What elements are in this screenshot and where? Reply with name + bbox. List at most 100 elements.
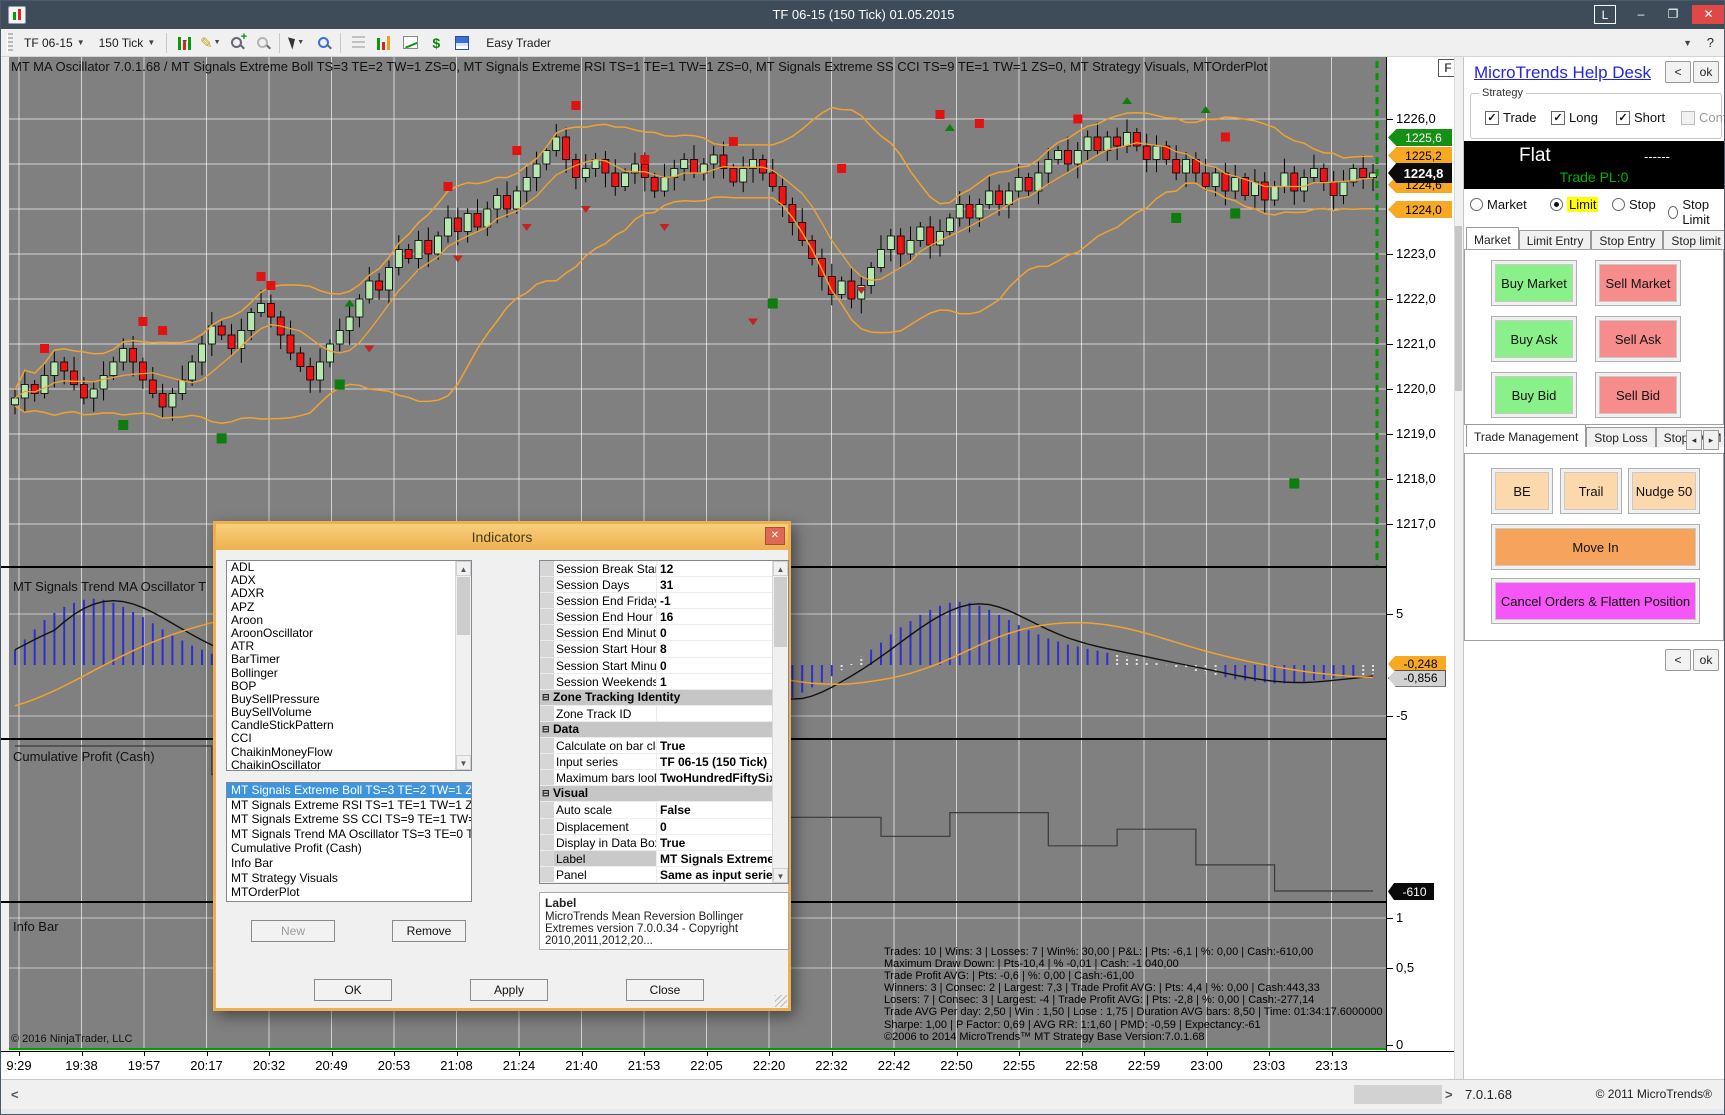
collapse-icon[interactable]: ⊟ xyxy=(542,725,551,734)
available-indicators-list[interactable]: ▲▼ ADLADXADXRAPZAroonAroonOscillatorATRB… xyxy=(226,560,472,771)
checkbox-confirm[interactable]: Confirm xyxy=(1681,110,1725,125)
tab-stop-limit-entry[interactable]: Stop limit Entry xyxy=(1663,230,1725,250)
property-row[interactable]: Input seriesTF 06-15 (150 Tick) xyxy=(540,754,788,770)
scroll-left-arrow[interactable]: < xyxy=(11,1087,19,1102)
button-nudge-50[interactable]: Nudge 50 xyxy=(1628,468,1700,514)
property-value[interactable]: Same as input series xyxy=(657,867,776,882)
property-row[interactable]: LabelMT Signals Extreme xyxy=(540,851,788,867)
time-axis[interactable]: 9:2919:3819:5720:1720:3220:4920:5321:082… xyxy=(1,1051,1454,1079)
property-value[interactable]: 0 xyxy=(657,819,788,834)
chart-style-icon[interactable]: ▼ xyxy=(174,33,194,53)
property-value[interactable]: 8 xyxy=(657,641,788,656)
list-item[interactable]: ChaikinMoneyFlow xyxy=(227,746,471,759)
property-value[interactable]: -1 xyxy=(657,593,788,608)
maximize-button[interactable]: ❐ xyxy=(1660,5,1686,24)
property-row[interactable]: Session Break Start12 xyxy=(540,561,788,577)
list-item[interactable]: MT Strategy Visuals xyxy=(227,871,471,886)
tab-stop-entry[interactable]: Stop Entry xyxy=(1591,230,1663,250)
property-value[interactable]: TF 06-15 (150 Tick) xyxy=(657,754,788,769)
list-item[interactable]: ADL xyxy=(227,561,471,574)
scroll-down-icon[interactable]: ▼ xyxy=(456,755,471,770)
checkbox-trade[interactable]: ✓Trade xyxy=(1485,110,1536,125)
list-item[interactable]: Info Bar xyxy=(227,856,471,871)
configured-indicators-list[interactable]: MT Signals Extreme Boll TS=3 TE=2 TW=1 Z… xyxy=(226,782,472,902)
property-category[interactable]: ⊟Zone Tracking Identity xyxy=(540,690,788,706)
button-trail[interactable]: Trail xyxy=(1560,468,1622,514)
new-button[interactable]: New xyxy=(251,920,335,942)
help-icon[interactable]: ? xyxy=(1707,35,1714,50)
vertical-splitter[interactable] xyxy=(1454,57,1463,1109)
button-buy-bid[interactable]: Buy Bid xyxy=(1491,372,1577,418)
scroll-right-arrow[interactable]: > xyxy=(1445,1087,1453,1102)
instrument-selector[interactable]: TF 06-15▼ xyxy=(17,32,92,54)
toolbar-grip[interactable] xyxy=(7,33,13,53)
collapse-button[interactable]: < xyxy=(1665,61,1691,83)
list-item[interactable]: BOP xyxy=(227,680,471,693)
property-row[interactable]: Zone Track ID xyxy=(540,706,788,722)
property-value[interactable]: TwoHundredFiftySix xyxy=(657,770,788,785)
scroll-up-icon[interactable]: ▲ xyxy=(456,561,471,576)
property-row[interactable]: Displacement0 xyxy=(540,819,788,835)
tab-scroll-left-icon[interactable]: ◂ xyxy=(1686,430,1702,450)
button-be[interactable]: BE xyxy=(1491,468,1553,514)
list-item[interactable]: BarTimer xyxy=(227,653,471,666)
remove-button[interactable]: Remove xyxy=(392,920,466,942)
button-sell-bid[interactable]: Sell Bid xyxy=(1595,372,1681,418)
property-row[interactable]: Calculate on bar closTrue xyxy=(540,738,788,754)
property-row[interactable]: Display in Data BoxTrue xyxy=(540,835,788,851)
property-row[interactable]: Session Weekends1 xyxy=(540,674,788,690)
toolbar-overflow-icon[interactable]: ▼ xyxy=(1683,38,1692,48)
close-button-dialog[interactable]: Close xyxy=(626,979,704,1001)
list-item[interactable]: MTOrderPlot xyxy=(227,885,471,900)
property-grid[interactable]: Session Break Start12Session Days31Sessi… xyxy=(539,560,789,884)
property-value[interactable]: MT Signals Extreme xyxy=(657,851,788,866)
property-value[interactable]: False xyxy=(657,802,788,817)
help-desk-link[interactable]: MicroTrends Help Desk xyxy=(1474,63,1651,83)
property-row[interactable]: Session Start Hour8 xyxy=(540,641,788,657)
button-buy-ask[interactable]: Buy Ask xyxy=(1491,316,1577,362)
list-item[interactable]: Aroon xyxy=(227,614,471,627)
property-value[interactable] xyxy=(657,706,788,721)
scroll-up-icon[interactable]: ▲ xyxy=(773,561,788,576)
button-sell-ask[interactable]: Sell Ask xyxy=(1595,316,1681,362)
list-item[interactable]: CCI xyxy=(227,732,471,745)
radio-stop-limit[interactable]: Stop Limit xyxy=(1668,197,1725,227)
list-scrollbar[interactable]: ▲▼ xyxy=(455,561,471,770)
list-item[interactable]: AroonOscillator xyxy=(227,627,471,640)
button-sell-market[interactable]: Sell Market xyxy=(1595,260,1681,306)
property-value[interactable]: 31 xyxy=(657,577,788,592)
ok-button-top[interactable]: ok xyxy=(1693,61,1719,83)
collapse-icon[interactable]: ⊟ xyxy=(542,789,551,798)
property-grid-scrollbar[interactable]: ▲▼ xyxy=(772,561,788,883)
tab-stop-loss[interactable]: Stop Loss xyxy=(1586,427,1655,447)
collapse-button-lower[interactable]: < xyxy=(1665,649,1691,671)
scroll-down-icon[interactable]: ▼ xyxy=(773,868,788,883)
scrollbar-thumb[interactable] xyxy=(774,577,787,647)
list-item[interactable]: ChaikinOscillator xyxy=(227,759,471,771)
property-value[interactable]: 16 xyxy=(657,609,788,624)
checkbox-long[interactable]: ✓Long xyxy=(1551,110,1598,125)
radio-market[interactable]: Market xyxy=(1470,197,1527,212)
find-icon[interactable] xyxy=(313,33,333,53)
property-value[interactable]: 0 xyxy=(657,625,788,640)
minimize-button[interactable]: – xyxy=(1628,5,1654,24)
list-item[interactable]: MT Signals Extreme SS CCI TS=9 TE=1 TW=1… xyxy=(227,812,471,827)
property-value[interactable]: 1 xyxy=(657,674,788,689)
property-row[interactable]: Auto scaleFalse xyxy=(540,802,788,818)
property-row[interactable]: Session End Friday-1 xyxy=(540,593,788,609)
button-move-in[interactable]: Move In xyxy=(1491,524,1700,570)
cursor-icon[interactable]: ▼ xyxy=(287,33,307,53)
property-category[interactable]: ⊟Data xyxy=(540,722,788,738)
button-cancel-orders-flatten-position[interactable]: Cancel Orders & Flatten Position xyxy=(1491,578,1700,624)
property-row[interactable]: Maximum bars look lTwoHundredFiftySix xyxy=(540,770,788,786)
account-dollar-icon[interactable]: $ xyxy=(426,33,446,53)
radio-limit[interactable]: Limit xyxy=(1550,197,1598,212)
tab-limit-entry[interactable]: Limit Entry xyxy=(1519,230,1592,250)
property-row[interactable]: Session Days31 xyxy=(540,577,788,593)
list-item[interactable]: Bollinger xyxy=(227,667,471,680)
horizontal-scrollbar-thumb[interactable] xyxy=(1354,1085,1442,1104)
mini-chart-icon[interactable] xyxy=(400,33,420,53)
market-analyzer-icon[interactable] xyxy=(374,33,394,53)
property-value[interactable]: 12 xyxy=(657,561,788,576)
property-row[interactable]: Session End Hour16 xyxy=(540,609,788,625)
